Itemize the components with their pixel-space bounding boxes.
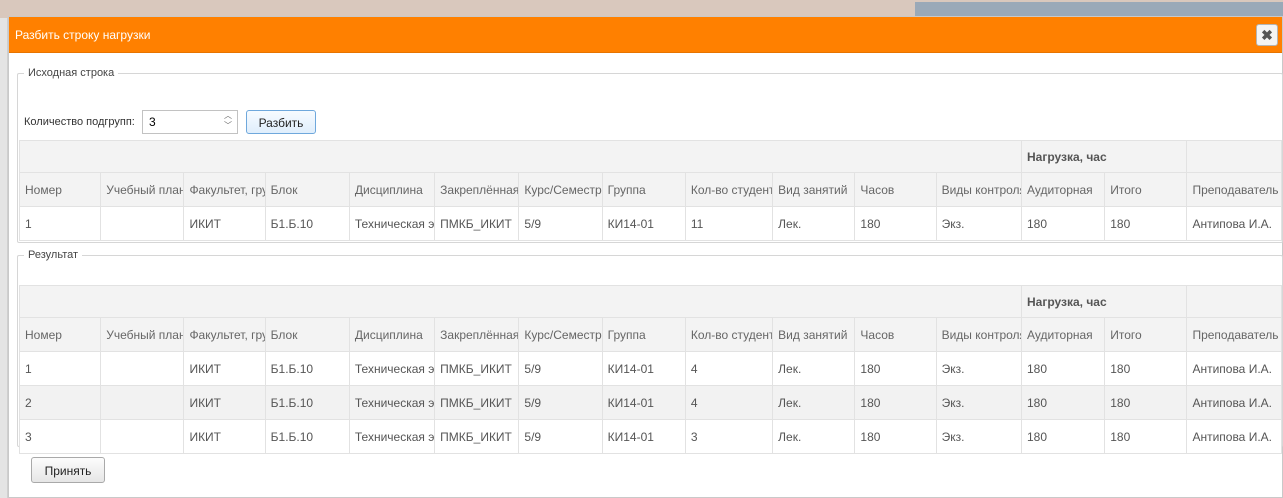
col-header-course-semester[interactable]: Курс/Семестр ▼ [518,172,603,207]
col-header-faculty[interactable]: Факультет, группа [183,172,266,207]
col-header-student-count[interactable]: Кол-во студентов [684,317,774,352]
group-header-row: Нагрузка, час [19,285,1282,318]
split-load-dialog: Разбить строку нагрузки ✖ Исходная строк… [8,16,1283,498]
dialog-titlebar: Разбить строку нагрузки ✖ [9,17,1282,53]
col-header-block[interactable]: Блок [264,317,350,352]
column-header-row: Номер Учебный план Факультет, группа Бло… [18,317,1282,352]
col-header-number[interactable]: Номер [18,172,102,207]
subgroups-label: Количество подгрупп: [24,116,135,128]
col-header-study-plan[interactable]: Учебный план [100,172,185,207]
col-header-group[interactable]: Группа [601,317,686,352]
close-icon[interactable]: ✖ [1256,24,1278,46]
col-header-number[interactable]: Номер [18,317,102,352]
col-header-lesson-type[interactable]: Вид занятий [772,172,856,207]
col-header-discipline[interactable]: Дисциплина [348,172,436,207]
source-table: Нагрузка, час Номер Учебный план Факульт… [18,140,1282,241]
accept-button[interactable]: Принять [31,457,105,483]
split-button[interactable]: Разбить [246,110,316,134]
col-header-study-plan[interactable]: Учебный план [100,317,185,352]
result-legend: Результат [28,249,79,261]
col-header-course-semester[interactable]: Курс/Семестр [518,317,603,352]
col-header-total[interactable]: Итого [1104,317,1188,352]
col-header-teacher[interactable]: Преподаватель [1186,317,1282,352]
col-header-classroom[interactable]: Аудиторная [1020,172,1106,207]
table-row[interactable]: 1ИКИТБ1.Б.10Техническая электроникаПМКБ_… [18,206,1282,241]
col-header-block[interactable]: Блок [264,172,350,207]
col-header-faculty[interactable]: Факультет, группа [183,317,266,352]
col-header-lesson-type[interactable]: Вид занятий [772,317,856,352]
table-row[interactable]: 3ИКИТБ1.Б.10Техническая электроникаПМКБ_… [18,419,1282,454]
table-row[interactable]: 1ИКИТБ1.Б.10Техническая электроникаПМКБ_… [18,351,1282,386]
col-header-assigned[interactable]: Закреплённая [434,172,520,207]
col-header-discipline[interactable]: Дисциплина [348,317,436,352]
col-header-control-type[interactable]: Виды контроля [935,317,1022,352]
col-header-control-type[interactable]: Виды контроля [935,172,1022,207]
col-header-classroom[interactable]: Аудиторная [1020,317,1106,352]
source-legend: Исходная строка [28,67,115,79]
load-hours-header: Нагрузка, час [1020,140,1188,173]
source-row-section: Исходная строка Количество подгрупп: ︿﹀ … [17,67,1283,243]
dialog-title: Разбить строку нагрузки [15,28,151,42]
col-header-teacher[interactable]: Преподаватель [1186,172,1282,207]
result-table: Нагрузка, час Номер Учебный план Факульт… [18,285,1282,454]
column-header-row: Номер Учебный план Факультет, группа Бло… [18,172,1282,207]
col-header-student-count[interactable]: Кол-во студентов [684,172,774,207]
col-header-hours[interactable]: Часов [854,317,937,352]
load-hours-header: Нагрузка, час [1020,285,1188,318]
col-header-assigned[interactable]: Закреплённая [434,317,520,352]
col-header-total[interactable]: Итого [1104,172,1188,207]
spinner-arrows-icon[interactable]: ︿ ﹀ [220,111,236,133]
col-header-group[interactable]: Группа [601,172,686,207]
table-row[interactable]: 2ИКИТБ1.Б.10Техническая электроникаПМКБ_… [18,385,1282,420]
background-sidebar [0,18,8,498]
background-panel [915,2,1283,16]
col-header-hours[interactable]: Часов [854,172,937,207]
group-header-row: Нагрузка, час [19,140,1282,173]
result-section: Результат Нагрузка, час Номер Учебный пл… [17,249,1283,454]
